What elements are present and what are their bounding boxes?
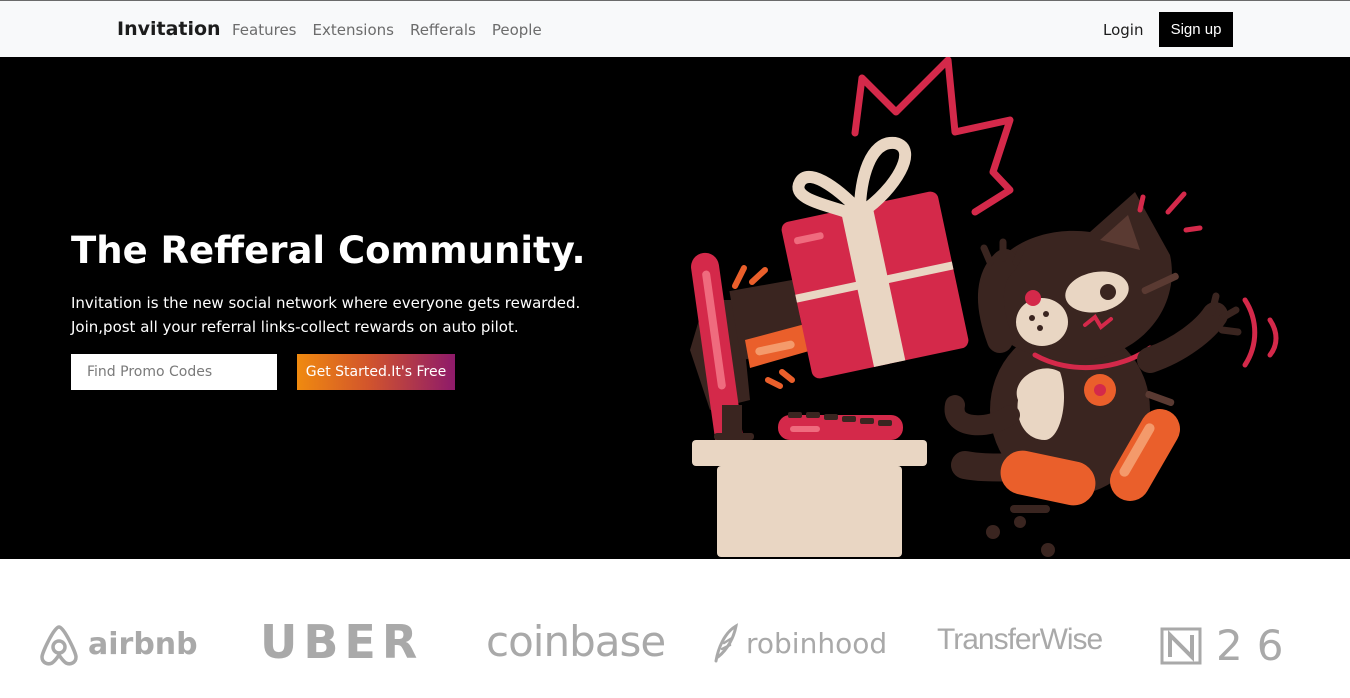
robinhood-feather-icon (714, 623, 739, 663)
signup-button[interactable]: Sign up (1159, 12, 1233, 47)
n26-n-icon (1160, 627, 1202, 664)
hero-description: Invitation is the new social network whe… (71, 291, 591, 339)
n26-digits: 26 (1216, 621, 1298, 670)
robinhood-logo: robinhood (712, 623, 887, 663)
n26-logo: 26 (1160, 621, 1297, 670)
coinbase-logo: coinbase (486, 617, 666, 666)
uber-logo: UBER (260, 615, 424, 669)
transferwise-logo: TransferWise (937, 623, 1103, 656)
hero-title: The Refferal Community. (71, 229, 586, 272)
promo-search-input[interactable] (71, 354, 277, 390)
nav-link-features[interactable]: Features (232, 21, 297, 39)
referral-gift-cat-illustration (690, 57, 1279, 557)
airbnb-wordmark: airbnb (88, 626, 198, 662)
nav-link-refferals[interactable]: Refferals (410, 21, 476, 39)
partner-logos: airbnb UBER coinbase robinhood TransferW… (0, 559, 1350, 698)
get-started-button[interactable]: Get Started.It's Free (297, 354, 455, 390)
brand-logo[interactable]: Invitation (117, 18, 221, 40)
navbar: Invitation Features Extensions Refferals… (0, 1, 1350, 57)
robinhood-wordmark: robinhood (746, 626, 888, 660)
login-link[interactable]: Login (1103, 21, 1143, 39)
hero-section: The Refferal Community. Invitation is th… (0, 57, 1350, 559)
nav-links: Features Extensions Refferals People (232, 21, 558, 39)
nav-link-people[interactable]: People (492, 21, 542, 39)
hero-description-line-2: Join,post all your referral links-collec… (71, 318, 519, 336)
hero-description-line-1: Invitation is the new social network whe… (71, 294, 581, 312)
airbnb-logo: airbnb (36, 621, 198, 667)
nav-link-extensions[interactable]: Extensions (313, 21, 394, 39)
airbnb-icon (40, 625, 78, 666)
